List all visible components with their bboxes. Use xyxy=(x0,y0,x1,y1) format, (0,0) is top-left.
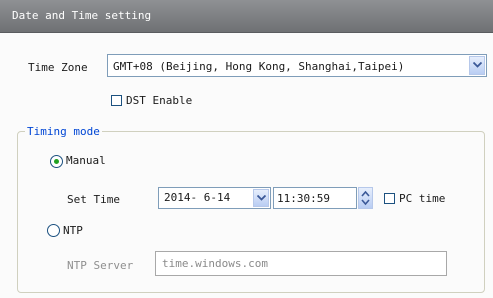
date-picker[interactable]: 2014- 6-14 xyxy=(158,187,271,209)
settings-panel: Date and Time setting Time Zone GMT+08 (… xyxy=(0,0,493,298)
radio-selected-dot xyxy=(54,159,59,164)
page-title: Date and Time setting xyxy=(12,9,152,22)
ntp-label: NTP xyxy=(63,224,83,237)
time-zone-value: GMT+08 (Beijing, Hong Kong, Shanghai,Tai… xyxy=(113,60,405,73)
date-value: 2014- 6-14 xyxy=(164,191,231,204)
ntp-server-input[interactable]: time.windows.com xyxy=(155,251,447,276)
up-down-arrows-icon[interactable] xyxy=(358,187,373,209)
ntp-radio[interactable] xyxy=(47,224,60,237)
timing-mode-legend: Timing mode xyxy=(25,125,102,138)
dst-enable-checkbox[interactable] xyxy=(111,95,122,106)
panel-header: Date and Time setting xyxy=(0,0,493,33)
time-input[interactable]: 11:30:59 xyxy=(273,187,357,209)
manual-radio[interactable] xyxy=(50,155,63,168)
pc-time-label: PC time xyxy=(399,192,446,205)
pc-time-checkbox[interactable] xyxy=(384,193,395,204)
set-time-label: Set Time xyxy=(67,193,120,206)
time-zone-select[interactable]: GMT+08 (Beijing, Hong Kong, Shanghai,Tai… xyxy=(107,54,487,77)
chevron-down-icon[interactable] xyxy=(253,189,269,207)
dst-enable-label: DST Enable xyxy=(126,94,193,107)
ntp-server-value: time.windows.com xyxy=(162,257,268,270)
manual-label: Manual xyxy=(66,154,106,167)
time-value: 11:30:59 xyxy=(277,192,330,205)
ntp-server-label: NTP Server xyxy=(67,259,134,272)
time-zone-label: Time Zone xyxy=(28,61,88,74)
chevron-down-icon[interactable] xyxy=(469,56,485,75)
